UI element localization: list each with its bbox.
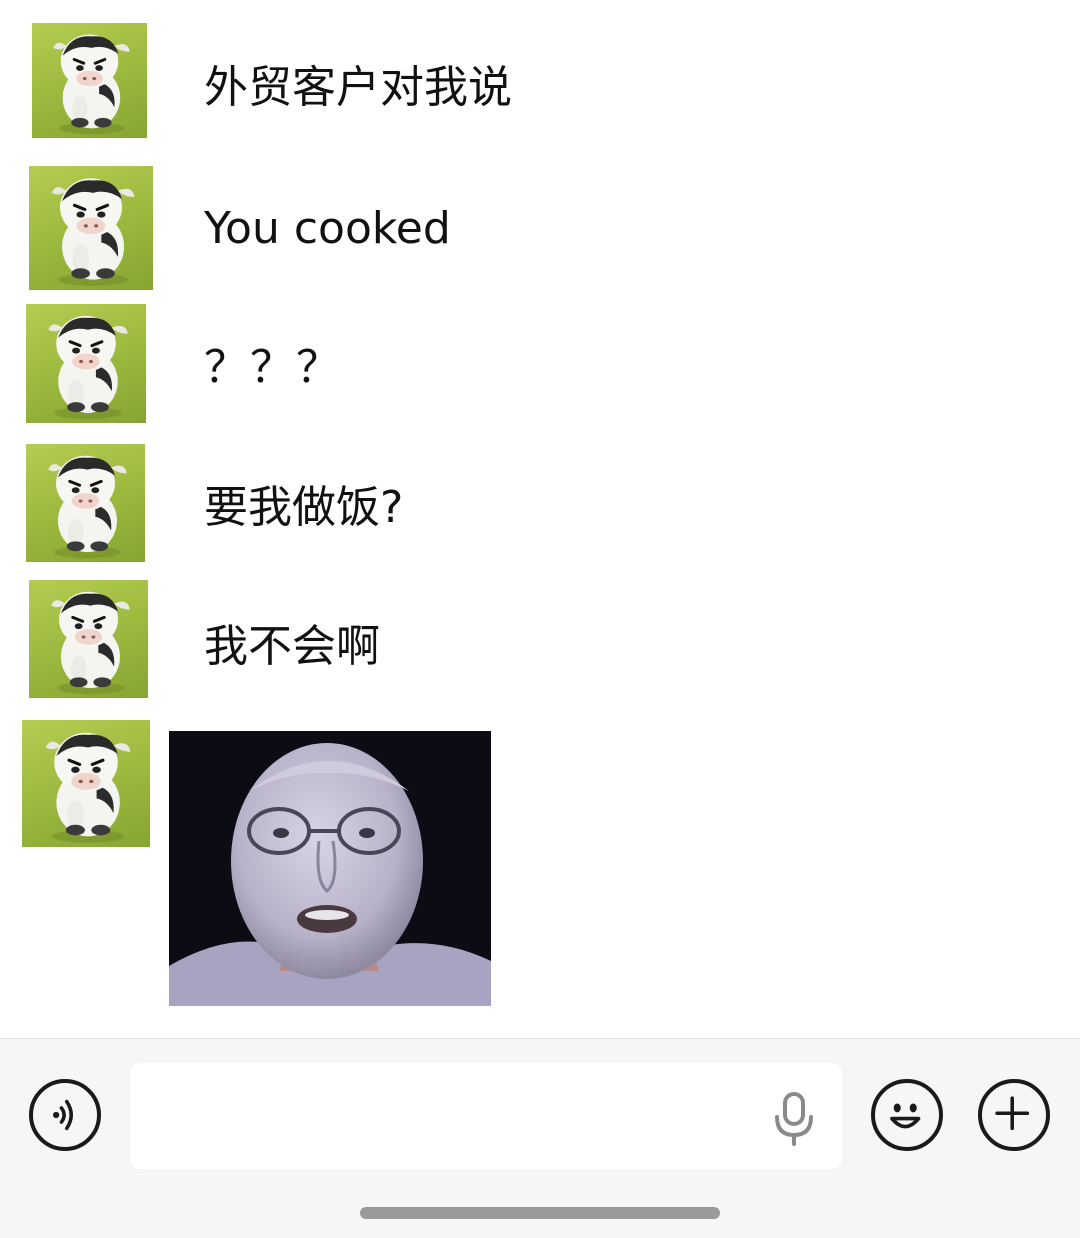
message-text[interactable]: ？？？ [204, 346, 342, 390]
plus-icon [995, 1096, 1030, 1131]
cow-avatar-icon [45, 732, 131, 843]
cow-avatar-icon [51, 591, 130, 695]
shocked-face-sticker [169, 731, 491, 1006]
more-button[interactable] [978, 1079, 1050, 1151]
voice-toggle-button[interactable] [29, 1079, 101, 1151]
microphone-icon[interactable] [772, 1091, 816, 1147]
sticker-message[interactable] [169, 731, 491, 1006]
chat-input-bar [0, 1038, 1080, 1238]
cow-avatar-icon [53, 34, 130, 135]
message-text[interactable]: You cooked [204, 207, 451, 251]
message-text[interactable]: 要我做饭? [204, 486, 403, 530]
sender-avatar[interactable] [29, 166, 153, 290]
sender-avatar[interactable] [29, 580, 148, 698]
message-text[interactable]: 外贸客户对我说 [204, 66, 512, 110]
cow-avatar-icon [48, 455, 127, 559]
cow-avatar-icon [51, 178, 135, 286]
message-input[interactable] [130, 1063, 842, 1169]
home-indicator[interactable] [360, 1207, 720, 1219]
emoji-button[interactable] [871, 1079, 943, 1151]
cow-avatar-icon [48, 315, 128, 420]
chat-history: 外贸客户对我说 You cooked ？？？ 要我做饭? 我不会啊 [0, 0, 1080, 1038]
emoji-icon [890, 1103, 921, 1129]
sender-avatar[interactable] [26, 444, 145, 562]
voice-icon [53, 1099, 73, 1131]
sender-avatar[interactable] [22, 720, 150, 847]
sender-avatar[interactable] [32, 23, 147, 138]
message-text[interactable]: 我不会啊 [204, 625, 380, 669]
sender-avatar[interactable] [26, 304, 146, 423]
